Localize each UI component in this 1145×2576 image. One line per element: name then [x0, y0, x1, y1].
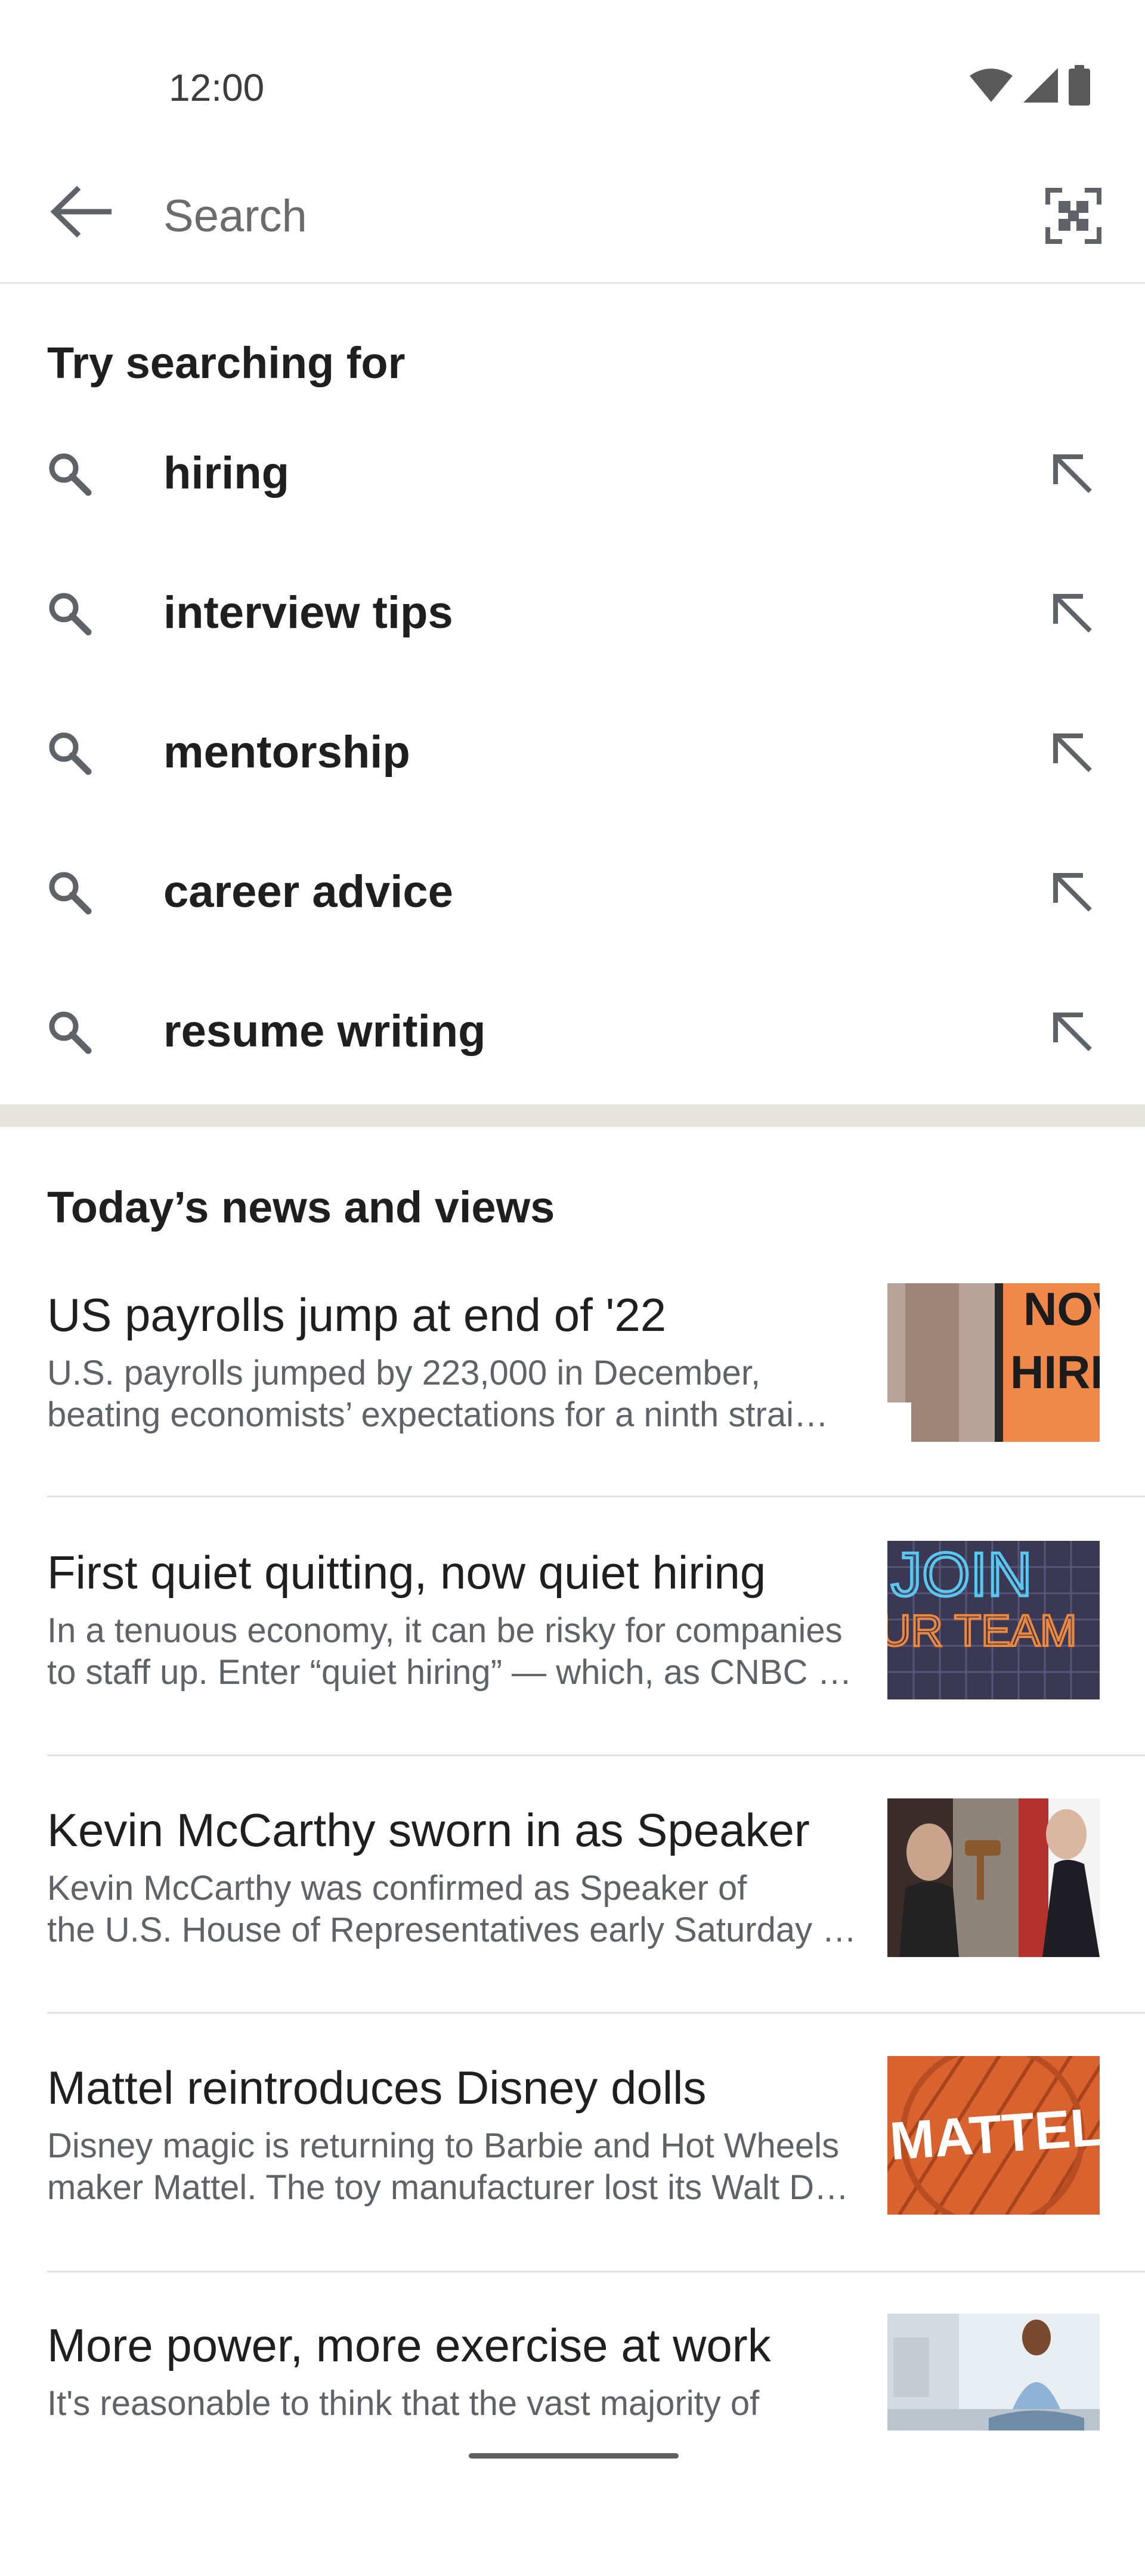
- news-thumbnail: [887, 2314, 1100, 2431]
- news-title: First quiet quitting, now quiet hiring: [47, 1546, 766, 1599]
- news-snippet: In a tenuous economy, it can be risky fo…: [47, 1611, 858, 1692]
- news-card[interactable]: More power, more exercise at work It's r…: [0, 2314, 1145, 2576]
- news-divider: [47, 2271, 1145, 2272]
- qr-scan-icon: [1045, 188, 1101, 244]
- search-icon: [49, 1011, 92, 1054]
- svg-text:UR TEAM: UR TEAM: [887, 1606, 1077, 1655]
- news-card[interactable]: First quiet quitting, now quiet hiring I…: [0, 1541, 1145, 1803]
- svg-text:JOIN: JOIN: [891, 1541, 1032, 1609]
- news-card[interactable]: US payrolls jump at end of '22 U.S. payr…: [0, 1283, 1145, 1546]
- news-snippet: Disney magic is returning to Barbie and …: [47, 2126, 849, 2207]
- qr-scan-button[interactable]: [1038, 180, 1109, 252]
- back-arrow-icon: [50, 185, 112, 238]
- suggestion-label: career advice: [163, 866, 453, 917]
- news-divider: [47, 1496, 1145, 1497]
- suggestion-row-career-advice[interactable]: career advice: [0, 825, 1145, 965]
- cellular-signal-icon: [1023, 68, 1058, 103]
- news-snippet: Kevin McCarthy was confirmed as Speaker …: [47, 1869, 857, 1949]
- wifi-icon: [970, 69, 1013, 102]
- suggestions-heading: Try searching for: [47, 338, 406, 388]
- suggestion-label: interview tips: [163, 587, 453, 638]
- insert-query-arrow-icon[interactable]: [1047, 727, 1098, 779]
- status-bar: 12:00: [0, 0, 1145, 143]
- news-divider: [47, 1754, 1145, 1756]
- suggestion-row-interview-tips[interactable]: interview tips: [0, 546, 1145, 686]
- suggestion-label: resume writing: [163, 1006, 486, 1057]
- insert-query-arrow-icon[interactable]: [1047, 867, 1098, 918]
- search-icon: [49, 593, 92, 636]
- suggestion-label: mentorship: [163, 727, 410, 778]
- insert-query-arrow-icon[interactable]: [1047, 1007, 1098, 1058]
- news-title: More power, more exercise at work: [47, 2319, 771, 2371]
- status-icons: [968, 64, 1091, 106]
- news-thumbnail-text: NOV: [1023, 1283, 1100, 1335]
- back-button[interactable]: [42, 173, 119, 250]
- suggestion-row-mentorship[interactable]: mentorship: [0, 686, 1145, 825]
- search-bar: [0, 143, 1145, 284]
- status-time: 12:00: [169, 66, 265, 109]
- search-icon: [49, 453, 92, 496]
- news-divider: [47, 2012, 1145, 2014]
- news-title: Mattel reintroduces Disney dolls: [47, 2061, 707, 2114]
- news-title: US payrolls jump at end of '22: [47, 1289, 667, 1341]
- search-icon: [49, 732, 92, 775]
- news-card[interactable]: Kevin McCarthy sworn in as Speaker Kevin…: [0, 1798, 1145, 2061]
- home-indicator[interactable]: [469, 2453, 679, 2459]
- insert-query-arrow-icon[interactable]: [1047, 448, 1098, 500]
- news-card[interactable]: Mattel reintroduces Disney dolls Disney …: [0, 2056, 1145, 2318]
- suggestion-row-hiring[interactable]: hiring: [0, 407, 1145, 546]
- news-snippet: It's reasonable to think that the vast m…: [47, 2384, 760, 2423]
- search-input[interactable]: [163, 186, 998, 246]
- insert-query-arrow-icon[interactable]: [1047, 588, 1098, 639]
- news-thumbnail: [887, 1798, 1100, 1957]
- suggestion-row-resume-writing[interactable]: resume writing: [0, 965, 1145, 1104]
- news-thumbnail: MATTEL: [887, 2056, 1100, 2215]
- news-title: Kevin McCarthy sworn in as Speaker: [47, 1804, 810, 1856]
- news-thumbnail: JOIN UR TEAM: [887, 1541, 1100, 1699]
- section-divider: [0, 1104, 1145, 1127]
- svg-text:HIRIN: HIRIN: [1010, 1346, 1100, 1398]
- search-icon: [49, 872, 92, 915]
- battery-icon: [1069, 65, 1090, 106]
- news-heading: Today’s news and views: [47, 1182, 555, 1232]
- news-snippet: U.S. payrolls jumped by 223,000 in Decem…: [47, 1354, 828, 1434]
- suggestion-label: hiring: [163, 448, 290, 499]
- news-thumbnail: NOV HIRIN: [887, 1283, 1100, 1442]
